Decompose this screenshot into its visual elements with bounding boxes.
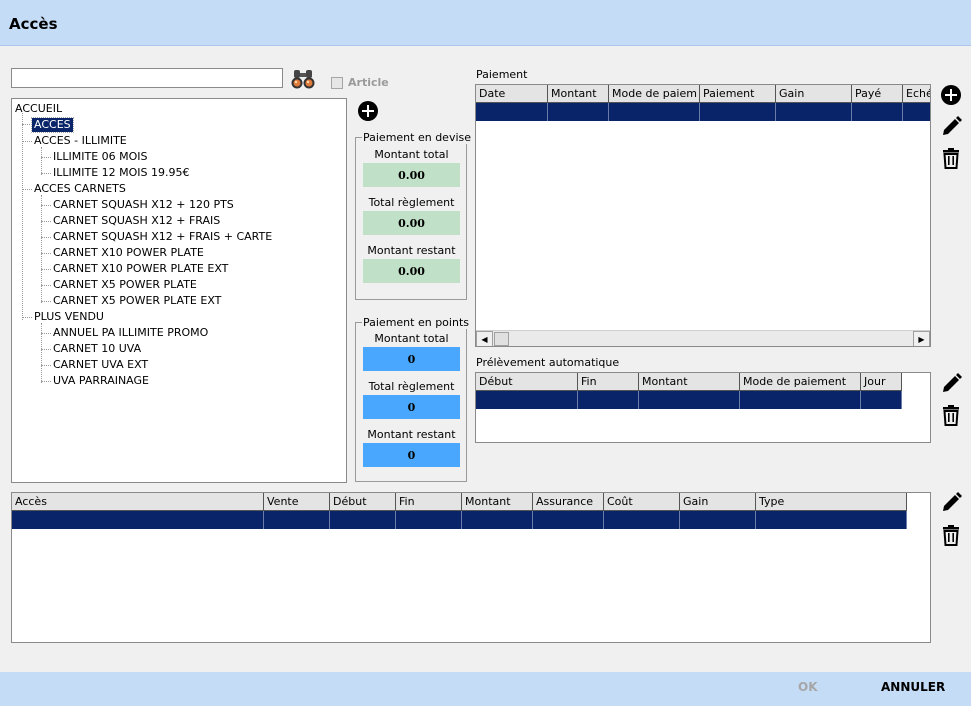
tree-item[interactable]: UVA PARRAINAGE xyxy=(53,374,149,388)
acces-grid[interactable]: Accès Vente Début Fin Montant Assurance … xyxy=(11,492,931,643)
column-header[interactable]: Fin xyxy=(396,493,462,511)
tree-item[interactable]: PLUS VENDU xyxy=(34,310,104,324)
tree-item[interactable]: CARNET X10 POWER PLATE EXT xyxy=(53,262,228,276)
tree-item[interactable]: ANNUEL PA ILLIMITE PROMO xyxy=(53,326,208,340)
add-paiement-icon[interactable] xyxy=(941,85,961,105)
column-header[interactable]: Mode de paiement xyxy=(740,373,861,391)
cancel-button[interactable]: ANNULER xyxy=(881,680,945,694)
window-title: Accès xyxy=(9,15,58,33)
column-header[interactable]: Accès xyxy=(12,493,264,511)
points-montant-total-value: 0 xyxy=(363,347,460,371)
column-header[interactable]: Payé xyxy=(852,85,903,103)
tree-item-acces[interactable]: ACCES xyxy=(31,117,74,133)
column-header[interactable]: Début xyxy=(476,373,578,391)
points-montant-restant-value: 0 xyxy=(363,443,460,467)
devise-total-reglement-label: Total règlement xyxy=(368,196,455,209)
footer-bar: OK ANNULER xyxy=(0,672,971,706)
table-row[interactable] xyxy=(476,103,930,121)
column-header[interactable]: Montant xyxy=(462,493,533,511)
tree-item[interactable]: CARNET X5 POWER PLATE EXT xyxy=(53,294,221,308)
column-header[interactable]: Echéa xyxy=(903,85,930,103)
points-montant-restant-label: Montant restant xyxy=(367,428,456,441)
tree-item[interactable]: CARNET UVA EXT xyxy=(53,358,148,372)
column-header[interactable]: Gain xyxy=(776,85,852,103)
devise-montant-total-label: Montant total xyxy=(374,148,449,161)
column-header[interactable]: Gain xyxy=(680,493,756,511)
points-total-reglement-value: 0 xyxy=(363,395,460,419)
scroll-right-icon[interactable]: ▶ xyxy=(913,331,930,346)
article-checkbox[interactable] xyxy=(331,77,343,89)
article-checkbox-label: Article xyxy=(348,76,389,89)
tree-item[interactable]: ILLIMITE 12 MOIS 19.95€ xyxy=(53,166,190,180)
tree-item[interactable]: ACCES CARNETS xyxy=(34,182,126,196)
edit-paiement-icon[interactable] xyxy=(940,116,962,138)
tree-item[interactable]: ACCES - ILLIMITE xyxy=(34,134,127,148)
tree-item[interactable]: CARNET X10 POWER PLATE xyxy=(53,246,204,260)
points-total-reglement-label: Total règlement xyxy=(368,380,455,393)
delete-acces-icon[interactable] xyxy=(940,524,962,546)
binoculars-icon[interactable] xyxy=(291,68,315,90)
search-input[interactable] xyxy=(11,68,283,88)
prelevement-grid[interactable]: Début Fin Montant Mode de paiement Jour xyxy=(475,372,931,443)
tree-item[interactable]: CARNET 10 UVA xyxy=(53,342,141,356)
tree-item[interactable]: CARNET SQUASH X12 + 120 PTS xyxy=(53,198,234,212)
table-row[interactable] xyxy=(12,511,907,529)
tree-item[interactable]: CARNET SQUASH X12 + FRAIS xyxy=(53,214,220,228)
devise-group-title: Paiement en devise xyxy=(362,131,473,144)
points-group-title: Paiement en points xyxy=(362,316,470,329)
column-header[interactable]: Paiement xyxy=(700,85,776,103)
devise-montant-restant-label: Montant restant xyxy=(367,244,456,257)
column-header[interactable]: Assurance xyxy=(533,493,604,511)
column-header[interactable]: Jour xyxy=(861,373,902,391)
scrollbar-thumb[interactable] xyxy=(494,332,509,346)
tree-root[interactable]: ACCUEIL xyxy=(15,102,62,116)
delete-prelevement-icon[interactable] xyxy=(940,404,962,426)
prelevement-label: Prélèvement automatique xyxy=(476,356,620,369)
delete-paiement-icon[interactable] xyxy=(940,147,962,169)
title-bar: Accès xyxy=(0,0,971,46)
paiement-label: Paiement xyxy=(476,68,528,81)
paiement-grid[interactable]: Date Montant Mode de paiem Paiement Gain… xyxy=(475,84,931,347)
column-header[interactable]: Type xyxy=(756,493,907,511)
tree-item[interactable]: CARNET SQUASH X12 + FRAIS + CARTE xyxy=(53,230,272,244)
column-header[interactable]: Coût xyxy=(604,493,680,511)
column-header[interactable]: Vente xyxy=(264,493,330,511)
table-row[interactable] xyxy=(476,391,902,409)
horizontal-scrollbar[interactable]: ◀ ▶ xyxy=(476,330,930,346)
devise-montant-restant-value: 0.00 xyxy=(363,259,460,283)
edit-acces-icon[interactable] xyxy=(940,492,962,514)
scroll-left-icon[interactable]: ◀ xyxy=(476,331,493,346)
tree-item[interactable]: CARNET X5 POWER PLATE xyxy=(53,278,197,292)
column-header[interactable]: Début xyxy=(330,493,396,511)
category-tree[interactable]: ACCUEIL ACCES ACCES - ILLIMITE ILLIMITE … xyxy=(11,98,347,483)
edit-prelevement-icon[interactable] xyxy=(940,373,962,395)
ok-button[interactable]: OK xyxy=(798,680,818,694)
column-header[interactable]: Montant xyxy=(548,85,609,103)
points-montant-total-label: Montant total xyxy=(374,332,449,345)
column-header[interactable]: Montant xyxy=(639,373,740,391)
devise-montant-total-value: 0.00 xyxy=(363,163,460,187)
column-header[interactable]: Fin xyxy=(578,373,639,391)
tree-item[interactable]: ILLIMITE 06 MOIS xyxy=(53,150,148,164)
column-header[interactable]: Date xyxy=(476,85,548,103)
devise-total-reglement-value: 0.00 xyxy=(363,211,460,235)
add-icon[interactable] xyxy=(358,101,378,121)
column-header[interactable]: Mode de paiem xyxy=(609,85,700,103)
